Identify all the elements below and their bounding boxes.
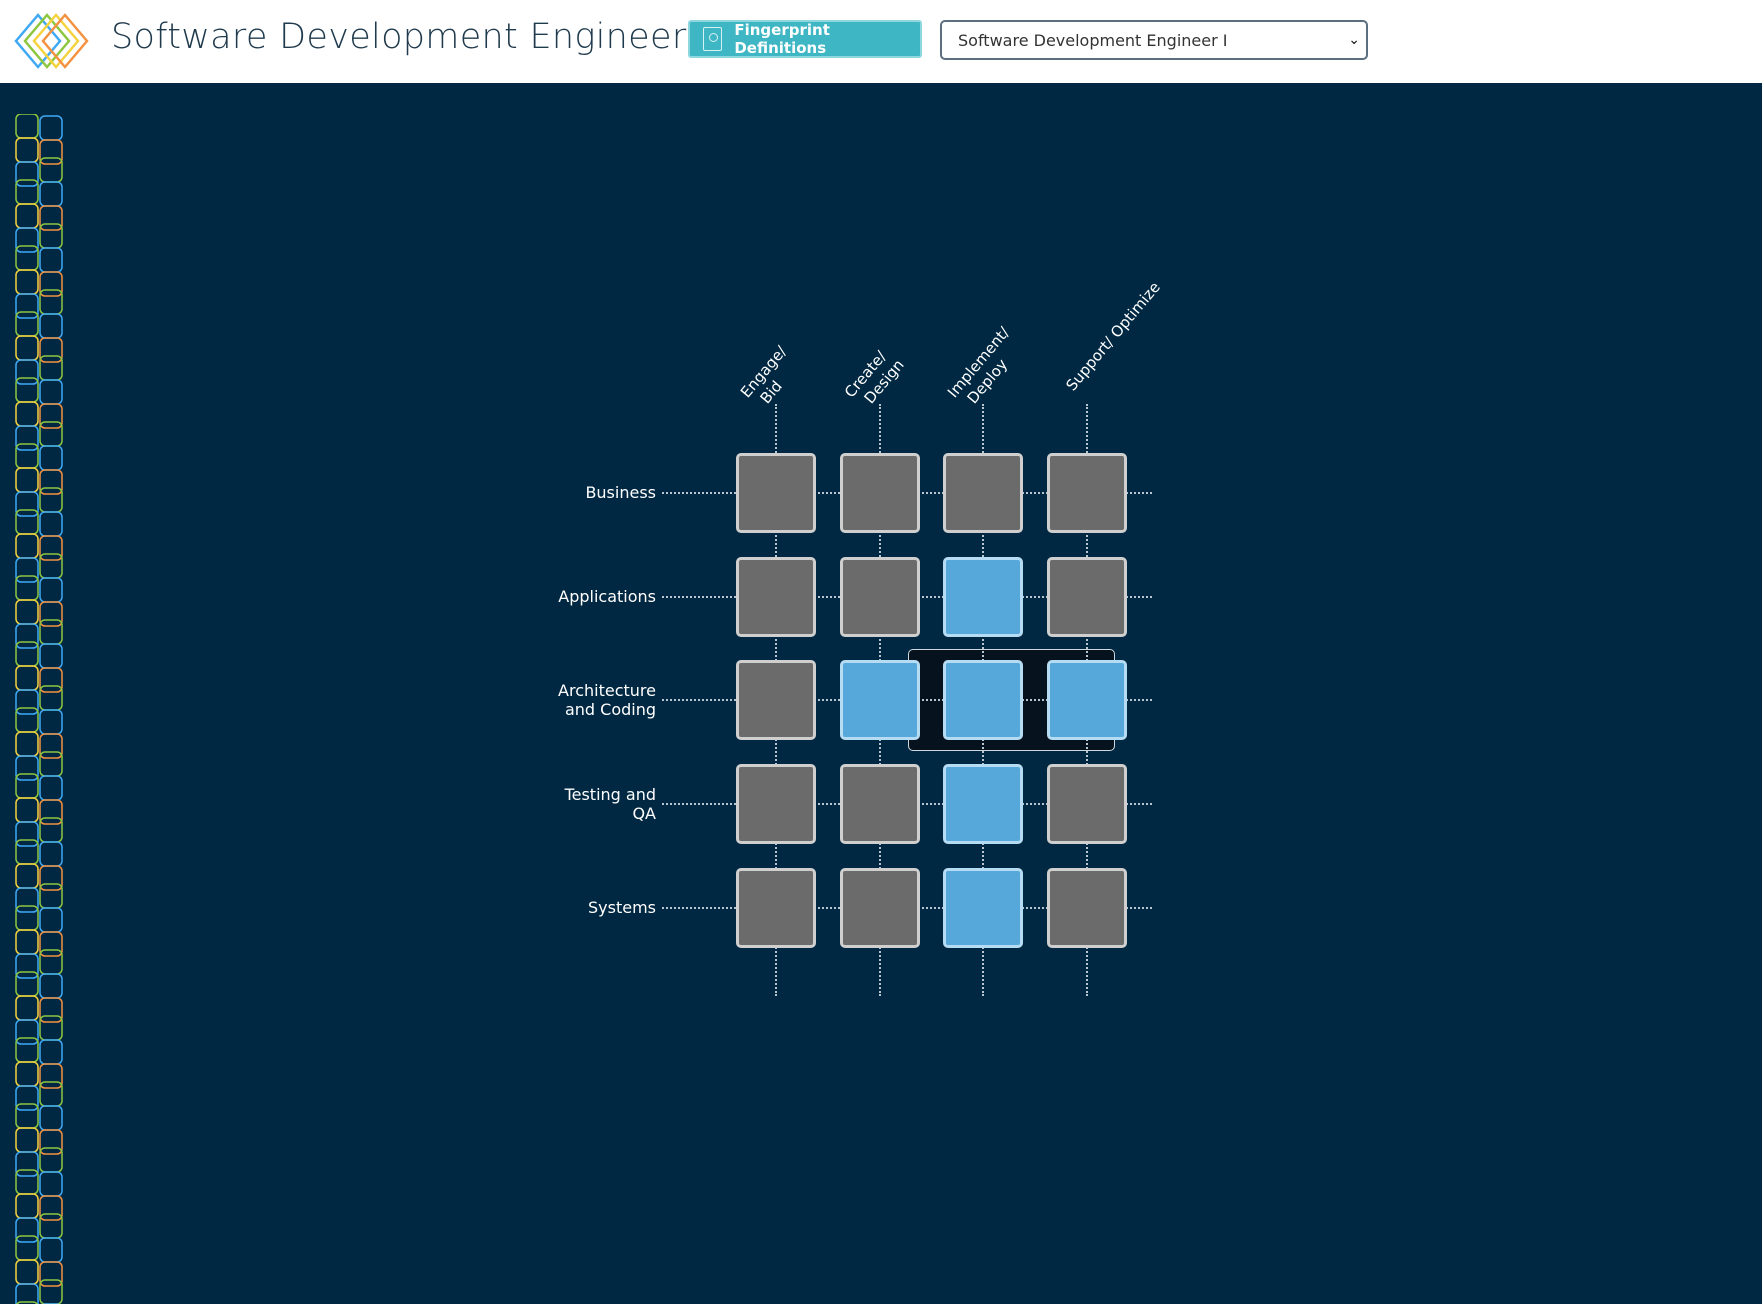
matrix-cell[interactable] bbox=[840, 868, 920, 948]
row-label-line1: Testing and bbox=[564, 785, 656, 804]
column-header-line1: Support/ Optimize bbox=[1062, 278, 1164, 395]
matrix-cell[interactable] bbox=[840, 557, 920, 637]
row-label: Systems bbox=[496, 898, 656, 917]
matrix-cell[interactable] bbox=[840, 764, 920, 844]
column-header: Engage/Bid bbox=[737, 342, 806, 414]
row-label-line1: Architecture bbox=[558, 681, 656, 700]
matrix-cell[interactable] bbox=[1047, 660, 1127, 740]
matrix-cell[interactable] bbox=[1047, 557, 1127, 637]
matrix-cell[interactable] bbox=[736, 868, 816, 948]
row-label-line1: Applications bbox=[558, 587, 656, 606]
matrix-cell[interactable] bbox=[1047, 453, 1127, 533]
matrix-cell[interactable] bbox=[1047, 764, 1127, 844]
matrix-cell[interactable] bbox=[736, 453, 816, 533]
matrix-cell[interactable] bbox=[736, 660, 816, 740]
row-label: Applications bbox=[496, 587, 656, 606]
matrix-cell[interactable] bbox=[1047, 868, 1127, 948]
matrix-cell[interactable] bbox=[943, 453, 1023, 533]
matrix-cell[interactable] bbox=[943, 868, 1023, 948]
matrix-cell[interactable] bbox=[840, 660, 920, 740]
capability-matrix: Engage/Bid Create/Design Implement/Deploy S… bbox=[0, 0, 1762, 1304]
column-header: Support/ Optimize bbox=[1062, 278, 1164, 395]
row-label-line2: QA bbox=[632, 804, 656, 823]
column-header: Create/Design bbox=[841, 344, 909, 414]
column-header: Implement/Deploy bbox=[944, 324, 1029, 414]
row-label-line2: and Coding bbox=[564, 700, 656, 719]
matrix-cell[interactable] bbox=[736, 764, 816, 844]
row-label: Testing and QA bbox=[496, 785, 656, 823]
row-label: Architecture and Coding bbox=[496, 681, 656, 719]
matrix-cell[interactable] bbox=[943, 660, 1023, 740]
matrix-cell[interactable] bbox=[943, 557, 1023, 637]
row-label-line1: Systems bbox=[588, 898, 656, 917]
matrix-cell[interactable] bbox=[943, 764, 1023, 844]
matrix-cell[interactable] bbox=[840, 453, 920, 533]
row-label: Business bbox=[496, 483, 656, 502]
matrix-cell[interactable] bbox=[736, 557, 816, 637]
row-label-line1: Business bbox=[585, 483, 656, 502]
